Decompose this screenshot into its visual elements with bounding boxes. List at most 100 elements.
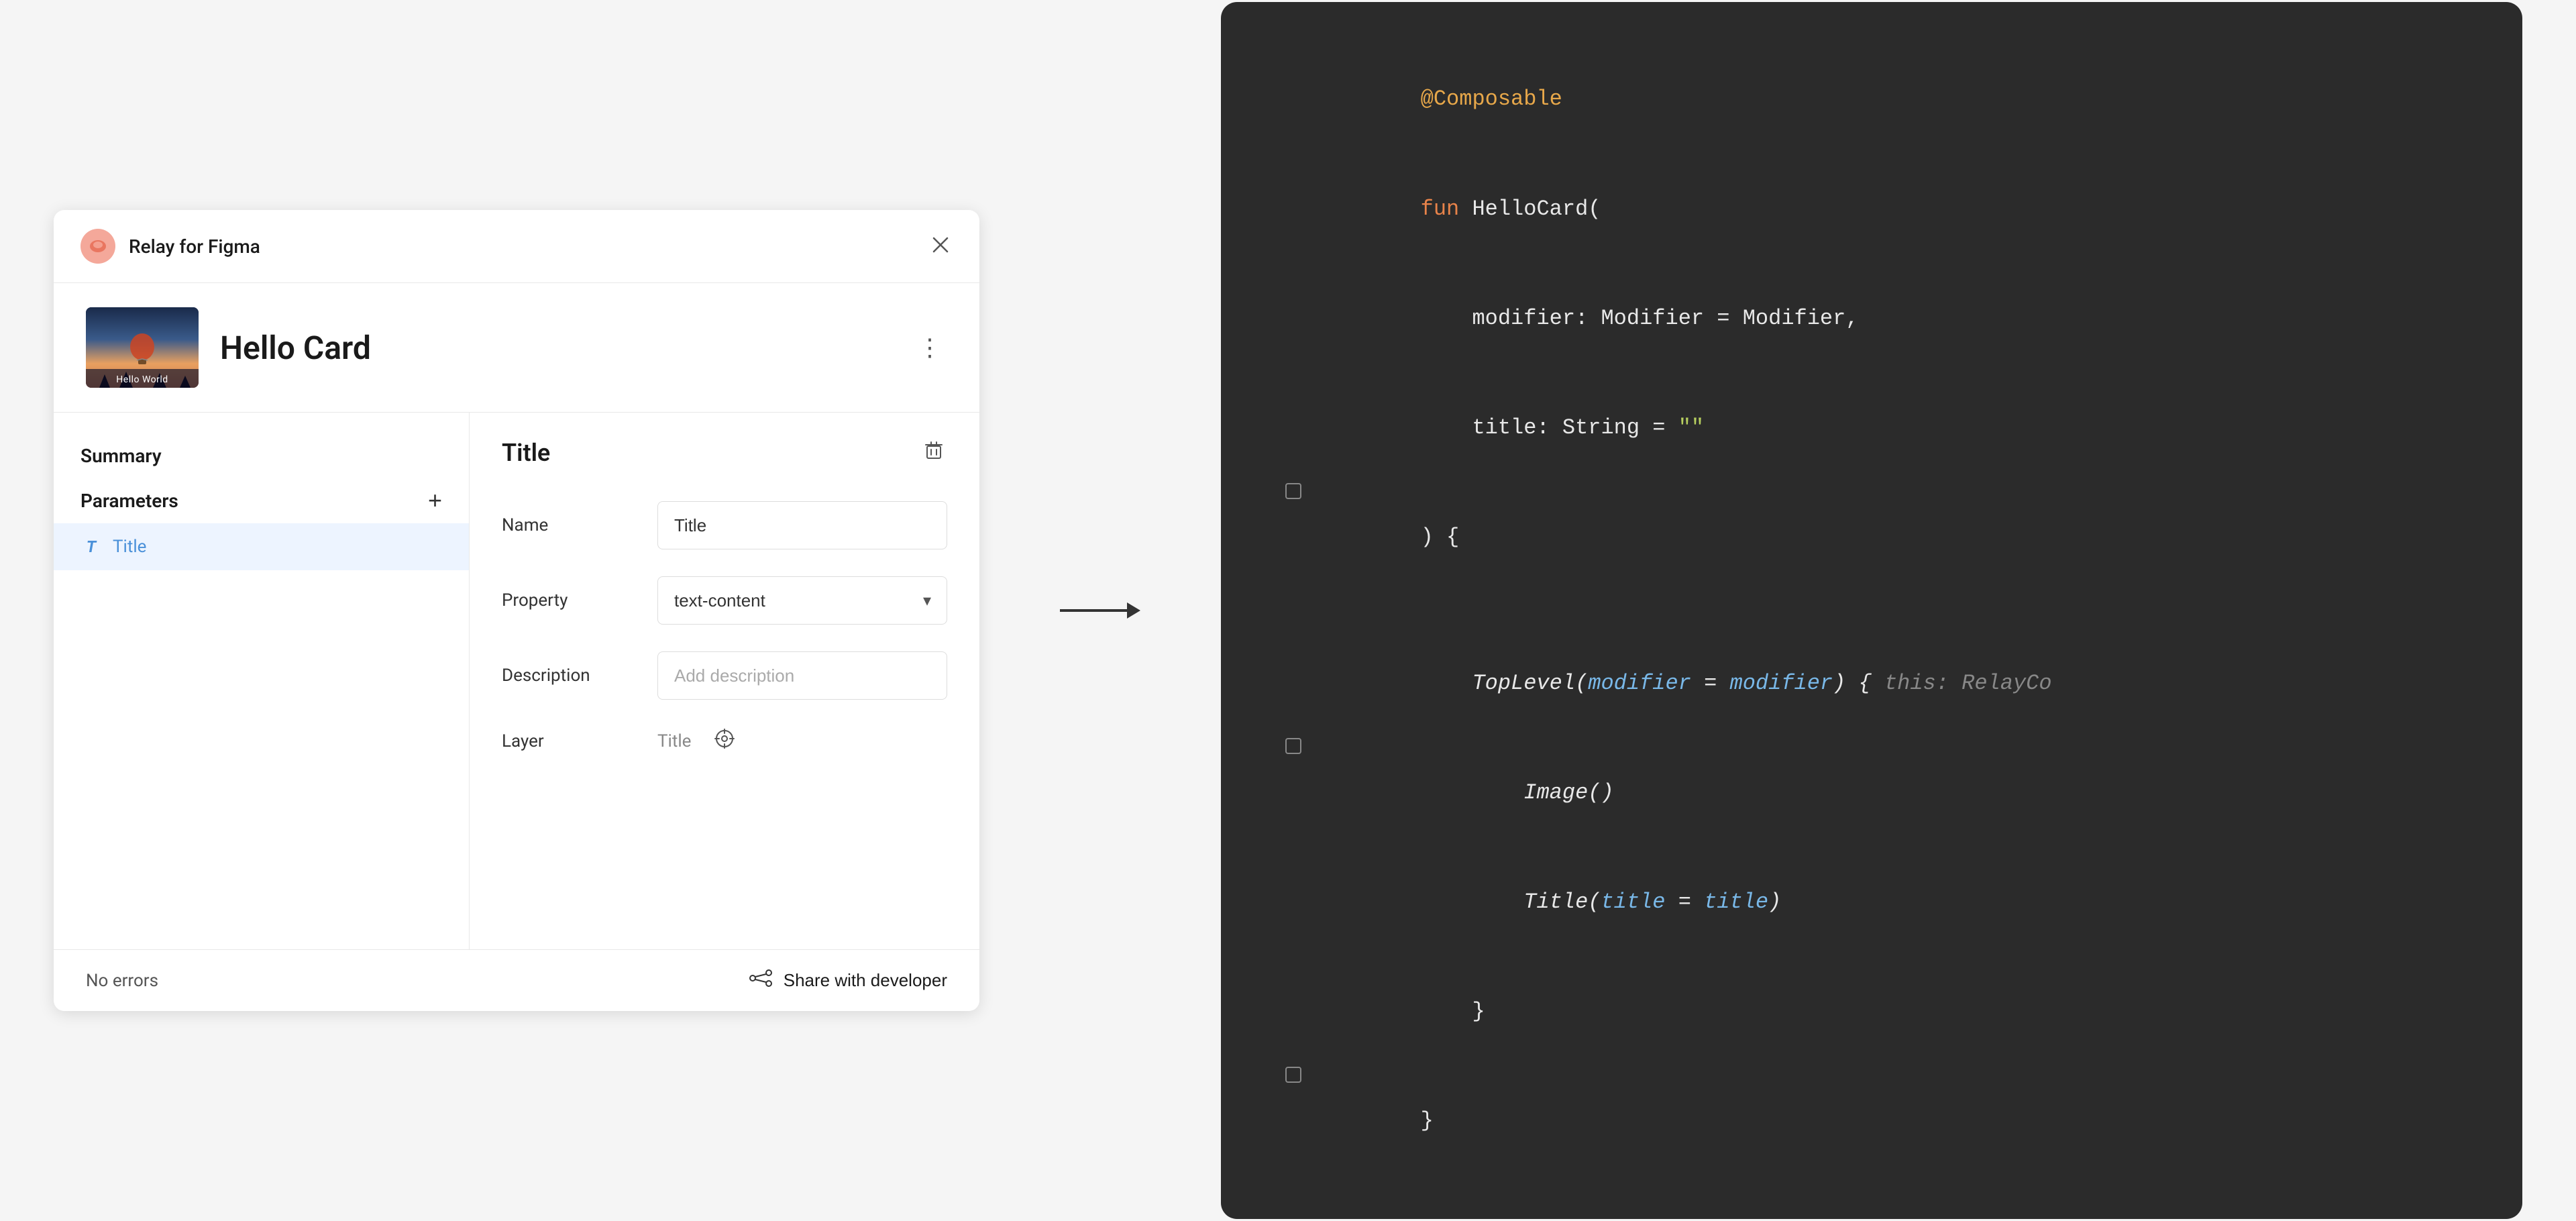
code-text-9: Title(title = title) — [1318, 848, 2474, 957]
component-header-left: Hello World Hello Card — [86, 307, 371, 388]
share-icon — [749, 969, 773, 992]
keyword-fun: fun — [1421, 197, 1472, 221]
code-line-11: } — [1269, 1067, 2474, 1176]
modifier-param: modifier — [1588, 671, 1691, 696]
this-relay: this: RelayCo — [1884, 671, 2052, 696]
code-text-5: ) { — [1318, 483, 2474, 592]
property-select[interactable]: text-content visibility image — [657, 576, 947, 625]
code-text-10: } — [1318, 957, 2474, 1067]
code-text-6 — [1318, 592, 2474, 629]
component-header: Hello World Hello Card ⋮ — [54, 283, 979, 413]
name-row: Name — [502, 501, 947, 549]
inner-close: } — [1421, 999, 1485, 1024]
right-content: Title Name — [470, 413, 979, 949]
title-param: title — [1601, 890, 1665, 914]
gutter-dot-11 — [1285, 1067, 1301, 1083]
panel-header-left: Relay for Figma — [80, 229, 260, 264]
code-text-11: } — [1318, 1067, 2474, 1176]
code-line-10: } — [1269, 957, 2474, 1067]
title-close: ) — [1768, 890, 1781, 914]
eq2: = — [1665, 890, 1704, 914]
name-input[interactable] — [657, 501, 947, 549]
title-val: title — [1704, 890, 1768, 914]
code-line-9: Title(title = title) — [1269, 848, 2474, 957]
gutter-5 — [1269, 483, 1301, 499]
gutter-dot-5 — [1285, 483, 1301, 499]
property-label: Property — [502, 590, 636, 610]
delete-icon — [923, 439, 945, 461]
code-text-3: modifier: Modifier = Modifier, — [1318, 264, 2474, 373]
close-button[interactable] — [928, 233, 953, 260]
app-title: Relay for Figma — [129, 235, 260, 258]
panel-footer: No errors Share with developer — [54, 949, 979, 1011]
toplevel-args: ( — [1575, 671, 1588, 696]
relay-logo — [80, 229, 115, 264]
layer-value: Title — [657, 731, 691, 751]
add-parameter-button[interactable]: + — [428, 488, 442, 513]
gutter-8 — [1269, 738, 1301, 754]
more-icon: ⋮ — [918, 333, 942, 361]
title-call: Title( — [1421, 890, 1601, 914]
more-options-button[interactable]: ⋮ — [912, 331, 947, 364]
toplevel-call — [1421, 671, 1472, 696]
share-icon-svg — [749, 969, 773, 988]
eq1: = — [1691, 671, 1730, 696]
thumbnail-balloon — [122, 332, 162, 369]
code-line-7: TopLevel(modifier = modifier) { this: Re… — [1269, 629, 2474, 738]
toplevel-func: TopLevel — [1472, 671, 1575, 696]
string-empty: "" — [1678, 415, 1704, 440]
parameters-header: Parameters + — [54, 478, 469, 523]
layer-target-button[interactable] — [712, 727, 737, 755]
share-button[interactable]: Share with developer — [749, 969, 947, 992]
image-call: Image() — [1421, 780, 1614, 805]
arrow-icon — [1060, 597, 1140, 624]
annotation-composable: @Composable — [1421, 87, 1562, 111]
description-row: Description — [502, 651, 947, 700]
code-line-4: title: String = "" — [1269, 373, 2474, 482]
property-select-wrapper: text-content visibility image ▾ — [657, 576, 947, 625]
arrow-container — [1060, 597, 1140, 624]
param-detail-title: Title — [502, 439, 550, 467]
close-icon — [931, 235, 950, 254]
code-text-4: title: String = "" — [1318, 373, 2474, 482]
parameter-item[interactable]: T Title — [54, 523, 469, 570]
layer-label: Layer — [502, 731, 636, 751]
modifier-val: modifier — [1730, 671, 1833, 696]
parameters-label: Parameters — [80, 490, 178, 512]
gutter-dot-8 — [1285, 738, 1301, 754]
component-name: Hello Card — [220, 329, 371, 367]
code-text-8: Image() — [1318, 738, 2474, 847]
component-thumbnail: Hello World — [86, 307, 199, 388]
main-container: Relay for Figma — [54, 2, 2522, 1219]
panel-body: Summary Parameters + T Title Title — [54, 413, 979, 949]
thumbnail-label: Hello World — [116, 374, 168, 385]
share-label: Share with developer — [784, 970, 947, 991]
code-line-5: ) { — [1269, 483, 2474, 592]
code-line-3: modifier: Modifier = Modifier, — [1269, 264, 2474, 373]
param-detail-header: Title — [502, 437, 947, 469]
relay-logo-icon — [88, 236, 108, 256]
code-line-8: Image() — [1269, 738, 2474, 847]
plugin-panel: Relay for Figma — [54, 210, 979, 1011]
description-input[interactable] — [657, 651, 947, 700]
param-modifier: modifier: Modifier = Modifier, — [1421, 306, 1859, 331]
summary-tab[interactable]: Summary — [54, 434, 469, 478]
crosshair-icon — [712, 727, 737, 751]
property-row: Property text-content visibility image ▾ — [502, 576, 947, 625]
no-errors-label: No errors — [86, 971, 158, 991]
param-name: Title — [113, 537, 146, 557]
code-panel: @Composable fun HelloCard( modifier: Mod… — [1221, 2, 2522, 1219]
outer-close: } — [1421, 1108, 1434, 1133]
description-label: Description — [502, 666, 636, 686]
delete-button[interactable] — [920, 437, 947, 469]
param-type-icon: T — [80, 537, 102, 556]
name-label: Name — [502, 515, 636, 535]
param-title: title: String = — [1421, 415, 1678, 440]
function-name: HelloCard( — [1472, 197, 1601, 221]
code-text-7: TopLevel(modifier = modifier) { this: Re… — [1318, 629, 2474, 738]
panel-header: Relay for Figma — [54, 210, 979, 283]
toplevel-close: ) { — [1833, 671, 1884, 696]
code-line-6 — [1269, 592, 2474, 629]
code-text-1: @Composable — [1318, 45, 2474, 154]
code-line-2: fun HelloCard( — [1269, 154, 2474, 264]
